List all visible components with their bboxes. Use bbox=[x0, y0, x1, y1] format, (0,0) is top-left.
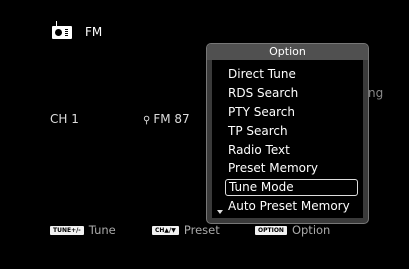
frequency-text: FM 87 bbox=[153, 112, 190, 126]
guide-option: OPTION Option bbox=[255, 223, 330, 237]
menu-item-radio-text[interactable]: Radio Text bbox=[228, 142, 362, 159]
menu-item-direct-tune[interactable]: Direct Tune bbox=[228, 66, 362, 83]
option-list: Direct Tune RDS Search PTY Search TP Sea… bbox=[212, 60, 363, 218]
menu-item-tp-search[interactable]: TP Search bbox=[228, 123, 362, 140]
menu-item-preset-memory[interactable]: Preset Memory bbox=[228, 160, 362, 177]
option-popup-title: Option bbox=[207, 44, 368, 60]
menu-item-rds-search[interactable]: RDS Search bbox=[228, 85, 362, 102]
channel-label: CH 1 bbox=[50, 112, 79, 126]
guide-tune: TUNE+/- Tune bbox=[50, 223, 116, 237]
radio-tuner-icon bbox=[52, 21, 72, 39]
tuner-screen: FM CH 1 ⚲ FM 87 ng TUNE+/- Tune CH▲/▼ Prese… bbox=[0, 0, 409, 269]
ch-key-badge: CH▲/▼ bbox=[152, 226, 179, 235]
guide-preset: CH▲/▼ Preset bbox=[152, 223, 220, 237]
menu-item-tune-mode[interactable]: Tune Mode bbox=[225, 179, 358, 196]
source-label: FM bbox=[85, 25, 103, 39]
guide-preset-label: Preset bbox=[183, 223, 220, 237]
guide-tune-label: Tune bbox=[88, 223, 116, 237]
guide-option-label: Option bbox=[291, 223, 331, 237]
option-popup: Option Direct Tune RDS Search PTY Search… bbox=[206, 43, 369, 224]
location-pin-icon: ⚲ bbox=[143, 115, 151, 126]
frequency-display: ⚲ FM 87 bbox=[143, 112, 190, 126]
tune-key-badge: TUNE+/- bbox=[50, 226, 84, 235]
scroll-down-arrow-icon bbox=[217, 210, 223, 214]
menu-item-pty-search[interactable]: PTY Search bbox=[228, 104, 362, 121]
option-key-badge: OPTION bbox=[255, 226, 287, 235]
menu-item-auto-preset-memory[interactable]: Auto Preset Memory bbox=[228, 198, 362, 215]
background-peek-text: ng bbox=[368, 86, 384, 100]
